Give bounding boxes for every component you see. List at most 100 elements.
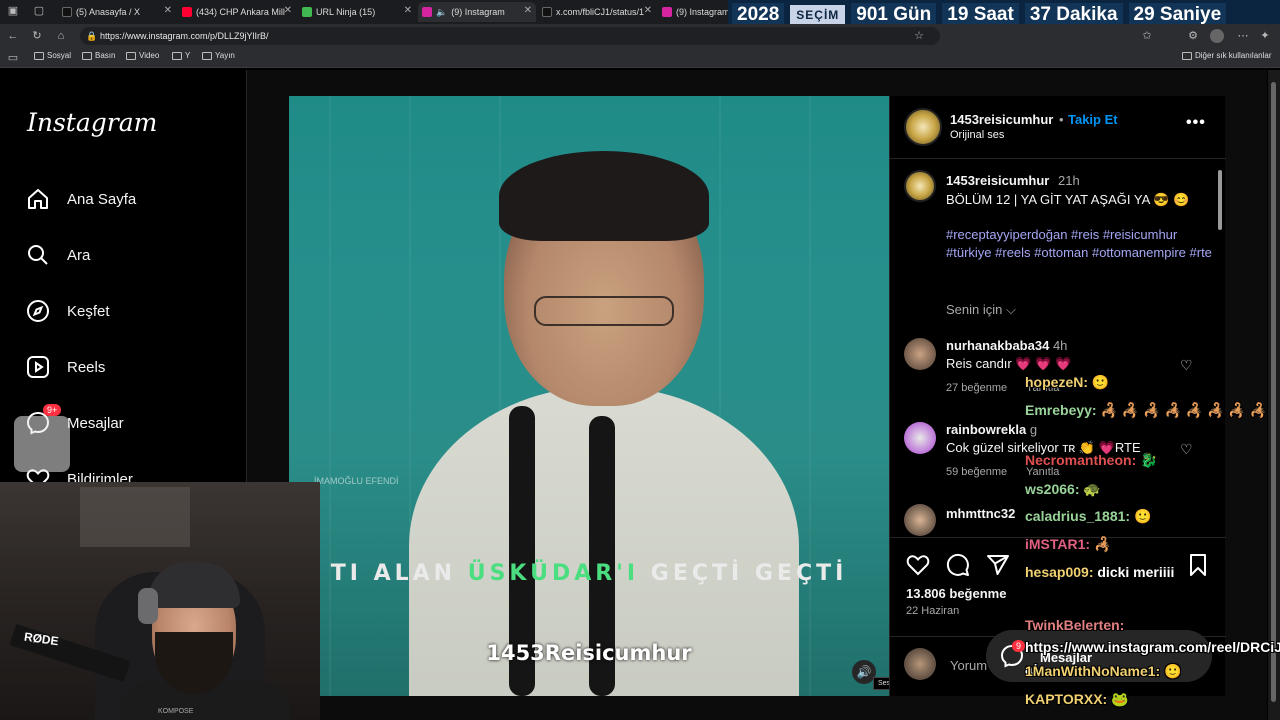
tab-instagram-active[interactable]: 🔈 (9) Instagram ✕ bbox=[418, 2, 536, 22]
caption-username[interactable]: 1453reisicumhur bbox=[946, 173, 1049, 188]
video-caption-highlight: ÜSKÜDAR'I bbox=[467, 561, 640, 586]
caption-text: BÖLÜM 12 | YA GİT YAT AŞAĞI YA 😎 😊 bbox=[946, 192, 1190, 207]
instagram-logo[interactable]: Instagram bbox=[27, 108, 157, 137]
bookmark-label: Diğer sık kullanılanlar bbox=[1195, 51, 1272, 60]
author-avatar[interactable] bbox=[904, 108, 942, 146]
refresh-icon[interactable]: ↻ bbox=[30, 29, 44, 43]
nav-home[interactable]: Ana Sayfa bbox=[25, 184, 136, 214]
more-options-button[interactable]: ••• bbox=[1186, 114, 1206, 132]
comment-like-heart-icon[interactable]: ♡ bbox=[1180, 442, 1194, 456]
comment-username-text: nurhanakbaba34 bbox=[946, 338, 1050, 353]
settings-icon[interactable]: ⚙ bbox=[1186, 29, 1200, 43]
share-icon[interactable] bbox=[986, 553, 1010, 577]
chat-message: ws2066: 🐢 bbox=[1025, 481, 1101, 498]
speaker-icon[interactable]: 🔈 bbox=[436, 7, 447, 18]
folder-icon bbox=[1182, 51, 1192, 60]
speaker-hair bbox=[499, 151, 709, 241]
caption-avatar[interactable] bbox=[904, 170, 936, 202]
follow-button[interactable]: Takip Et bbox=[1068, 112, 1118, 127]
bookmarks-bar: ▭ Sosyal Basın Video Y Yayın Diğer sık k… bbox=[0, 48, 1280, 68]
close-icon[interactable]: ✕ bbox=[404, 5, 412, 16]
favorite-star-icon[interactable]: ☆ bbox=[912, 29, 926, 43]
bookmark-folder-video[interactable]: Video bbox=[126, 51, 159, 60]
scrollbar-thumb[interactable] bbox=[1218, 170, 1222, 230]
current-user-avatar bbox=[904, 648, 936, 680]
bookmarks-toggle-icon[interactable]: ▭ bbox=[6, 51, 20, 65]
favorites-icon[interactable]: ✩ bbox=[1140, 29, 1154, 43]
tab-x-home[interactable]: (5) Anasayfa / X ✕ bbox=[58, 2, 176, 22]
cup-object bbox=[14, 416, 70, 472]
comment-username[interactable]: nurhanakbaba34 4h bbox=[946, 338, 1067, 353]
divider bbox=[890, 158, 1226, 159]
close-icon[interactable]: ✕ bbox=[284, 5, 292, 16]
like-heart-icon[interactable] bbox=[906, 553, 930, 577]
like-count[interactable]: 13.806 beğenme bbox=[906, 586, 1006, 601]
commenter-avatar[interactable] bbox=[904, 338, 936, 370]
nav-explore[interactable]: Keşfet bbox=[25, 296, 110, 326]
comment-likes[interactable]: 59 beğenme bbox=[946, 466, 1007, 478]
sort-comments-dropdown[interactable]: Senin için ⌵ bbox=[946, 302, 1016, 318]
chat-username: Necromantheon: bbox=[1025, 452, 1137, 468]
messages-badge: 9+ bbox=[43, 404, 62, 416]
tab-label: (9) Instagram bbox=[451, 7, 505, 17]
page-scrollbar[interactable] bbox=[1268, 70, 1280, 720]
bookmark-label: Basın bbox=[95, 51, 116, 60]
post-details-panel: 1453reisicumhur • Takip Et Orijinal ses … bbox=[889, 96, 1226, 696]
close-icon[interactable]: ✕ bbox=[164, 5, 172, 16]
close-icon[interactable]: ✕ bbox=[644, 5, 652, 16]
comment-likes[interactable]: 27 beğenme bbox=[946, 382, 1007, 394]
profile-avatar[interactable] bbox=[1210, 29, 1224, 43]
nav-reels[interactable]: Reels bbox=[25, 352, 105, 382]
reel-video[interactable]: İMAMOĞLU EFENDİ TI ALAN ÜSKÜDAR'I GEÇTİ … bbox=[289, 96, 889, 696]
comment-text: Reis candır 💗 💗 💗 bbox=[946, 356, 1072, 371]
caption-hashtags[interactable]: #receptayyiperdoğan #reis #reisicumhur #… bbox=[946, 226, 1216, 262]
follow-separator: • bbox=[1059, 112, 1064, 127]
commenter-avatar[interactable] bbox=[904, 422, 936, 454]
tab-actions-icon[interactable]: ▢ bbox=[32, 4, 46, 18]
chat-text: 🙂 bbox=[1164, 663, 1182, 679]
save-bookmark-icon[interactable] bbox=[1186, 553, 1210, 577]
comment-icon[interactable] bbox=[946, 553, 970, 577]
comment-username[interactable]: rainbowrekla g bbox=[946, 422, 1037, 437]
bookmark-folder-y[interactable]: Y bbox=[172, 51, 190, 60]
folder-icon bbox=[172, 51, 182, 60]
author-username[interactable]: 1453reisicumhur bbox=[950, 112, 1053, 127]
back-icon[interactable]: ← bbox=[6, 29, 20, 43]
chat-text: 🦂 🦂 🦂 🦂 🦂 🦂 🦂 🦂 bbox=[1100, 402, 1268, 418]
comments-scrollbar[interactable] bbox=[1217, 166, 1223, 536]
folder-icon bbox=[82, 51, 92, 60]
countdown-label: SEÇİM bbox=[790, 5, 846, 25]
chat-username: caladrius_1881: bbox=[1025, 508, 1131, 524]
commenter-avatar[interactable] bbox=[904, 504, 936, 536]
chat-username: hesap009: bbox=[1025, 564, 1094, 580]
tab-instagram-2[interactable]: (9) Instagram bbox=[658, 2, 728, 22]
audio-link[interactable]: Orijinal ses bbox=[950, 129, 1004, 141]
comment-time: g bbox=[1029, 422, 1038, 437]
url-input[interactable]: 🔒 https://www.instagram.com/p/DLLZ9jYlIr… bbox=[80, 27, 940, 45]
tab-x-status[interactable]: x.com/fbliCJ1/status/1 ✕ bbox=[538, 2, 656, 22]
bookmark-folder-yayin[interactable]: Yayın bbox=[202, 51, 235, 60]
nav-search[interactable]: Ara bbox=[25, 240, 90, 270]
messages-count-badge: 9 bbox=[1012, 640, 1026, 652]
streamer-webcam: RØDE KOMPOSE bbox=[0, 482, 320, 720]
video-caption-part: GEÇTİ GEÇTİ bbox=[639, 561, 848, 586]
more-menu-icon[interactable]: ⋯ bbox=[1236, 29, 1250, 43]
bookmark-folder-sosyal[interactable]: Sosyal bbox=[34, 51, 71, 60]
workspaces-icon[interactable]: ▣ bbox=[6, 4, 20, 18]
tab-label: (5) Anasayfa / X bbox=[76, 7, 141, 17]
comment-username[interactable]: mhmttnc32 bbox=[946, 506, 1015, 521]
bookmark-folder-basin[interactable]: Basın bbox=[82, 51, 115, 60]
tab-youtube[interactable]: (434) CHP Ankara Mill ✕ bbox=[178, 2, 296, 22]
other-bookmarks[interactable]: Diğer sık kullanılanlar bbox=[1182, 51, 1271, 60]
copilot-icon[interactable]: ✦ bbox=[1258, 29, 1272, 43]
home-icon[interactable]: ⌂ bbox=[54, 29, 68, 43]
instagram-icon bbox=[422, 7, 432, 17]
scrollbar-thumb[interactable] bbox=[1271, 82, 1276, 702]
shirt-text: KOMPOSE bbox=[158, 708, 194, 715]
chat-username: Emrebeyy: bbox=[1025, 402, 1097, 418]
tab-url-ninja[interactable]: URL Ninja (15) ✕ bbox=[298, 2, 416, 22]
chat-message: 1ManWithNoName1: 🙂 bbox=[1025, 663, 1182, 680]
search-icon bbox=[25, 242, 51, 268]
close-icon[interactable]: ✕ bbox=[524, 5, 532, 16]
comment-like-heart-icon[interactable]: ♡ bbox=[1180, 358, 1194, 372]
